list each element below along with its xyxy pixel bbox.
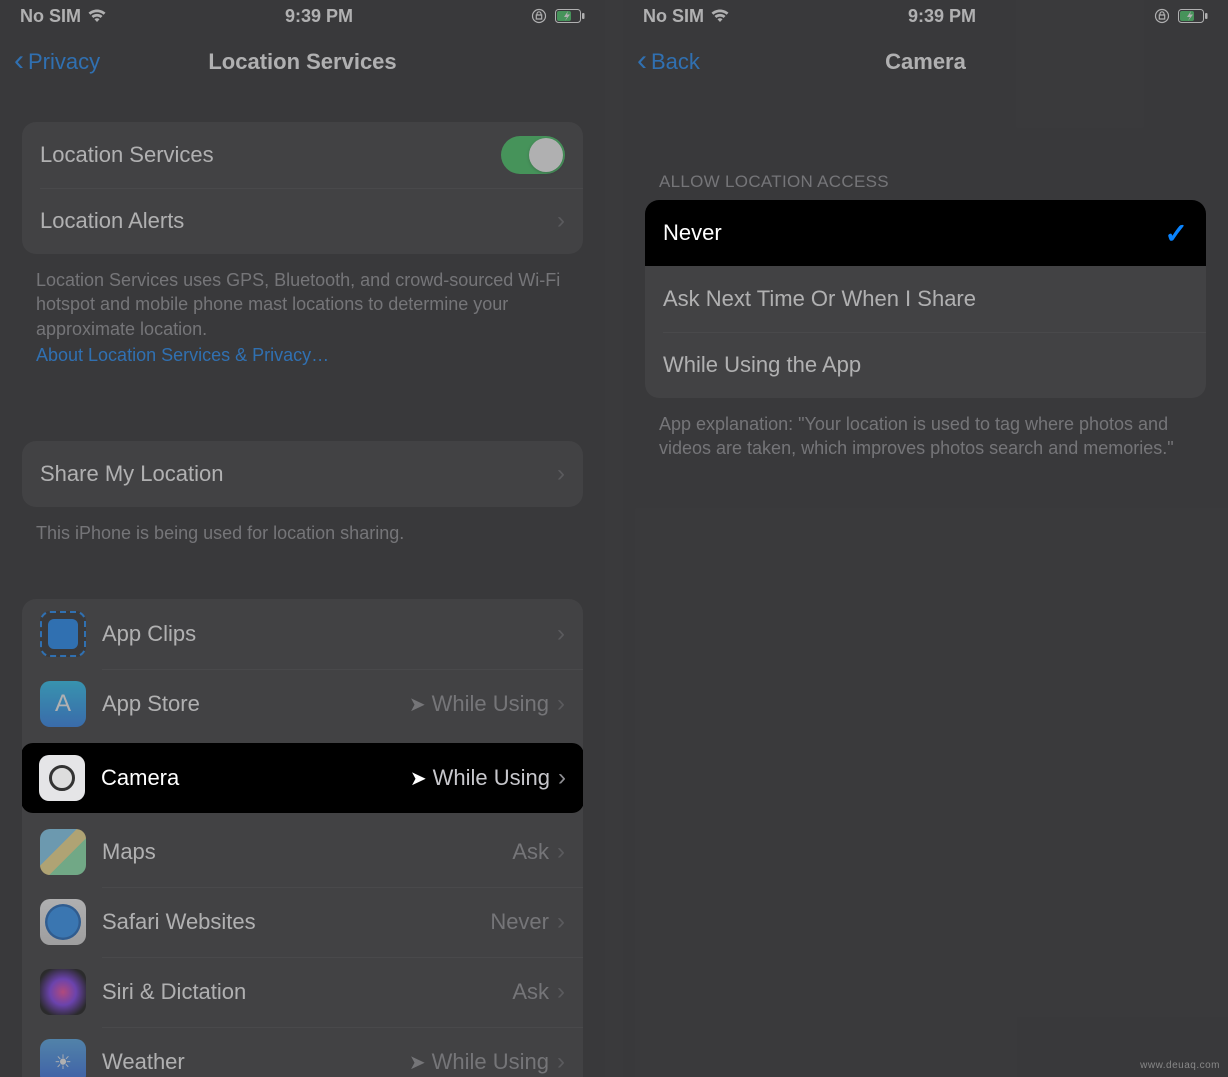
location-services-group: Location Services Location Alerts › <box>22 122 583 254</box>
page-title: Location Services <box>208 49 396 75</box>
status-bar: No SIM 9:39 PM <box>0 0 605 30</box>
option-label: Ask Next Time Or When I Share <box>663 286 1188 312</box>
option-ask-next-time-or-when-i-share[interactable]: Ask Next Time Or When I Share <box>645 266 1206 332</box>
location-arrow-icon: ➤ <box>410 766 427 791</box>
about-privacy-link[interactable]: About Location Services & Privacy… <box>36 343 569 367</box>
share-location-group: Share My Location › <box>22 441 583 507</box>
status-bar: No SIM 9:39 PM <box>623 0 1228 30</box>
app-row-camera[interactable]: Camera➤While Using › <box>22 743 583 813</box>
clock-text: 9:39 PM <box>285 6 353 27</box>
app-label: App Clips <box>102 621 557 647</box>
maps-icon <box>40 829 86 875</box>
app-label: App Store <box>102 691 409 717</box>
app-clips-icon <box>40 611 86 657</box>
location-access-options: Never✓ Ask Next Time Or When I Share While… <box>645 200 1206 398</box>
carrier-text: No SIM <box>20 6 81 27</box>
option-while-using-the-app[interactable]: While Using the App <box>645 332 1206 398</box>
app-row-weather[interactable]: ☀ Weather➤While Using › <box>22 1027 583 1077</box>
location-arrow-icon: ➤ <box>409 692 426 717</box>
carrier-text: No SIM <box>643 6 704 27</box>
location-alerts-row[interactable]: Location Alerts › <box>22 188 583 254</box>
back-button[interactable]: ‹ Back <box>637 48 700 76</box>
row-label: Share My Location <box>40 461 557 487</box>
back-label: Back <box>651 49 700 75</box>
app-label: Safari Websites <box>102 909 490 935</box>
app-row-app-clips[interactable]: App Clips› <box>22 599 583 669</box>
row-label: Location Alerts <box>40 208 557 234</box>
option-label: Never <box>663 220 1165 246</box>
app-permission-value: Ask <box>512 979 549 1005</box>
weather-icon: ☀ <box>40 1039 86 1077</box>
app-label: Maps <box>102 839 512 865</box>
app-label: Camera <box>101 765 410 791</box>
content-scroll[interactable]: ALLOW LOCATION ACCESS Never✓ Ask Next Tim… <box>623 94 1228 1077</box>
app-permission-value: While Using <box>432 691 549 717</box>
share-location-footer: This iPhone is being used for location s… <box>36 521 569 545</box>
chevron-right-icon: › <box>557 978 565 1006</box>
app-permission-value: While Using <box>433 765 550 791</box>
chevron-right-icon: › <box>557 1048 565 1076</box>
clock-text: 9:39 PM <box>908 6 976 27</box>
content-scroll[interactable]: Location Services Location Alerts › Loca… <box>0 94 605 1077</box>
app-store-icon: A <box>40 681 86 727</box>
chevron-left-icon: ‹ <box>637 46 647 76</box>
chevron-left-icon: ‹ <box>14 46 24 76</box>
battery-charging-icon <box>1178 9 1208 23</box>
back-label: Privacy <box>28 49 100 75</box>
nav-bar: ‹ Back Camera <box>623 30 1228 94</box>
chevron-right-icon: › <box>558 764 566 792</box>
app-row-maps[interactable]: MapsAsk › <box>22 817 583 887</box>
chevron-right-icon: › <box>557 460 565 488</box>
orientation-lock-icon <box>531 8 547 24</box>
siri-icon <box>40 969 86 1015</box>
nav-bar: ‹ Privacy Location Services <box>0 30 605 94</box>
row-label: Location Services <box>40 142 501 168</box>
chevron-right-icon: › <box>557 908 565 936</box>
chevron-right-icon: › <box>557 690 565 718</box>
share-my-location-row[interactable]: Share My Location › <box>22 441 583 507</box>
app-permission-value: Ask <box>512 839 549 865</box>
phone-left: No SIM 9:39 PM ‹ Privacy Location Servic… <box>0 0 605 1077</box>
app-permission-value: Never <box>490 909 549 935</box>
allow-location-header: ALLOW LOCATION ACCESS <box>659 172 1192 192</box>
app-row-app-store[interactable]: A App Store➤While Using › <box>22 669 583 739</box>
wifi-icon <box>710 9 730 23</box>
option-label: While Using the App <box>663 352 1188 378</box>
chevron-right-icon: › <box>557 620 565 648</box>
toggle-on-icon[interactable] <box>501 136 565 174</box>
app-row-siri[interactable]: Siri & DictationAsk › <box>22 957 583 1027</box>
chevron-right-icon: › <box>557 207 565 235</box>
app-label: Weather <box>102 1049 409 1075</box>
location-arrow-icon: ➤ <box>409 1050 426 1075</box>
back-button-privacy[interactable]: ‹ Privacy <box>14 48 100 76</box>
orientation-lock-icon <box>1154 8 1170 24</box>
app-permission-value: While Using <box>432 1049 549 1075</box>
page-title: Camera <box>885 49 966 75</box>
app-label: Siri & Dictation <box>102 979 512 1005</box>
location-services-footer: Location Services uses GPS, Bluetooth, a… <box>36 268 569 367</box>
phone-right: No SIM 9:39 PM ‹ Back Camera ALLOW LOCAT… <box>623 0 1228 1077</box>
battery-charging-icon <box>555 9 585 23</box>
safari-icon <box>40 899 86 945</box>
watermark-text: www.deuaq.com <box>1140 1060 1220 1071</box>
app-row-safari[interactable]: Safari WebsitesNever › <box>22 887 583 957</box>
checkmark-icon: ✓ <box>1165 217 1188 250</box>
apps-group: App Clips›AApp Store➤While Using›Camera➤… <box>22 599 583 1077</box>
wifi-icon <box>87 9 107 23</box>
chevron-right-icon: › <box>557 838 565 866</box>
app-explanation-footer: App explanation: "Your location is used … <box>659 412 1192 461</box>
camera-icon <box>39 755 85 801</box>
option-never[interactable]: Never✓ <box>645 200 1206 266</box>
location-services-toggle-row[interactable]: Location Services <box>22 122 583 188</box>
